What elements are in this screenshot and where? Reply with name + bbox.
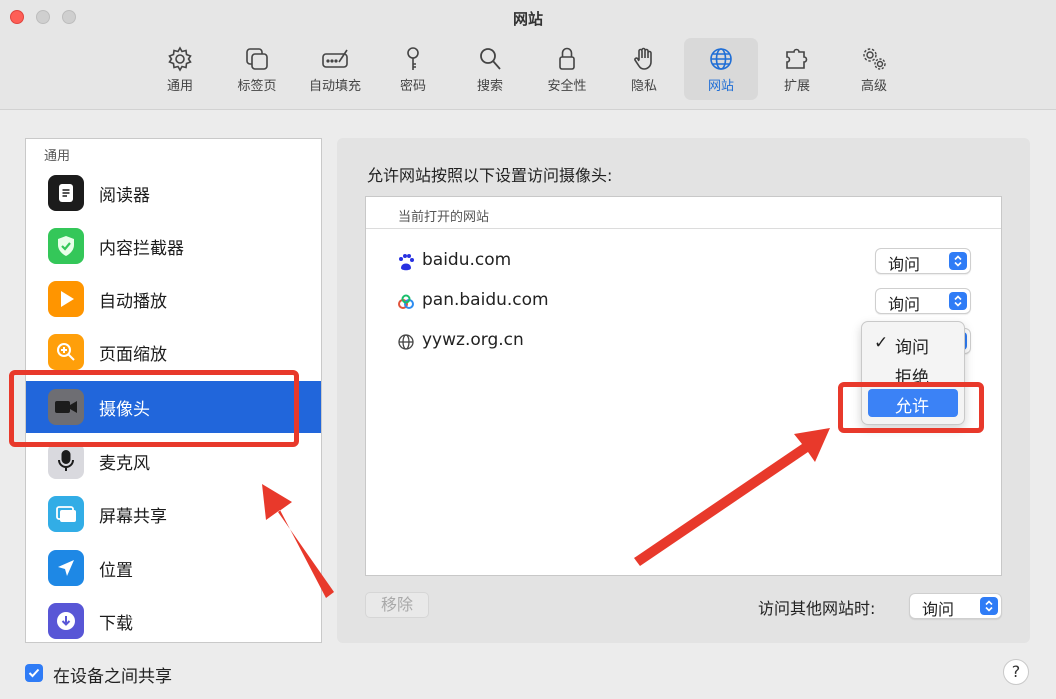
- sidebar-item-label: 自动播放: [99, 291, 167, 312]
- tab-websites[interactable]: 网站: [684, 38, 758, 100]
- chevron-updown-icon: [949, 252, 967, 270]
- sidebar-item-label: 下载: [99, 613, 133, 634]
- tab-label: 搜索: [476, 79, 503, 94]
- help-button[interactable]: ?: [1003, 659, 1029, 685]
- other-websites-select[interactable]: 询问: [909, 593, 1002, 619]
- tab-tabs[interactable]: 标签页: [220, 38, 294, 100]
- hand-icon: [634, 47, 652, 70]
- tab-label: 密码: [399, 79, 426, 94]
- title-bar: 网站 通用 标签页 自动填充 密码 搜索 安全性 隐私 网站 扩展 高级: [0, 0, 1056, 110]
- baidu-pan-icon: [398, 294, 414, 309]
- sidebar-item-label: 麦克风: [99, 453, 150, 474]
- preferences-toolbar: 通用 标签页 自动填充 密码 搜索 安全性 隐私 网站 扩展 高级: [0, 38, 1056, 102]
- download-icon: [48, 603, 84, 639]
- sidebar-section-header: 通用: [44, 149, 71, 164]
- tab-extensions[interactable]: 扩展: [760, 38, 834, 100]
- tab-autofill[interactable]: 自动填充: [298, 38, 372, 100]
- play-icon: [48, 281, 84, 317]
- menu-item-label: 询问: [895, 338, 929, 358]
- share-checkbox[interactable]: [25, 664, 43, 682]
- window-title: 网站: [512, 10, 543, 28]
- tabs-icon: [246, 48, 268, 70]
- sidebar-item-content-blockers[interactable]: 内容拦截器: [26, 220, 321, 272]
- sidebar-item-label: 内容拦截器: [99, 238, 184, 259]
- tab-search[interactable]: 搜索: [453, 38, 527, 100]
- tab-label: 隐私: [630, 79, 657, 94]
- chevron-updown-icon: [949, 292, 967, 310]
- sidebar-item-label: 阅读器: [99, 185, 150, 206]
- tab-label: 安全性: [547, 79, 587, 94]
- search-icon: [480, 48, 501, 70]
- sidebar-item-reader[interactable]: 阅读器: [26, 167, 321, 219]
- screen-share-icon: [48, 496, 84, 532]
- annotation-box-camera: [9, 370, 299, 447]
- select-value: 询问: [888, 255, 921, 274]
- list-header: 当前打开的网站: [366, 197, 1001, 229]
- shield-check-icon: [48, 228, 84, 264]
- tab-label: 网站: [707, 79, 734, 94]
- annotation-box-allow: [838, 382, 984, 433]
- tab-general[interactable]: 通用: [143, 38, 217, 100]
- lock-icon: [559, 47, 575, 70]
- puzzle-icon: [786, 48, 808, 69]
- other-websites-label: 访问其他网站时:: [758, 599, 876, 618]
- tab-label: 扩展: [783, 79, 810, 94]
- key-icon: [407, 47, 419, 70]
- baidu-icon: [399, 254, 414, 271]
- sidebar-item-label: 位置: [99, 560, 133, 581]
- zoom-icon: [48, 334, 84, 370]
- globe-icon: [710, 48, 732, 70]
- select-value: 询问: [922, 600, 955, 619]
- microphone-icon: [48, 443, 84, 479]
- menu-item-ask[interactable]: ✓ 询问: [868, 330, 958, 358]
- tab-label: 通用: [166, 79, 193, 94]
- tab-advanced[interactable]: 高级: [837, 38, 911, 100]
- location-icon: [48, 550, 84, 586]
- checkmark-icon: ✓: [874, 333, 889, 353]
- site-name: yywz.org.cn: [422, 330, 524, 350]
- sidebar-item-label: 屏幕共享: [99, 506, 167, 527]
- tab-label: 高级: [860, 79, 887, 94]
- tab-label: 自动填充: [308, 79, 361, 94]
- share-label: 在设备之间共享: [53, 667, 172, 687]
- sidebar-item-label: 页面缩放: [99, 344, 167, 365]
- autofill-icon: [322, 49, 348, 68]
- site-permission-select[interactable]: 询问: [875, 248, 971, 274]
- remove-button[interactable]: 移除: [365, 592, 429, 618]
- site-permission-select[interactable]: 询问: [875, 288, 971, 314]
- sidebar-item-downloads[interactable]: 下载: [26, 595, 321, 642]
- globe-icon: [398, 334, 414, 350]
- sidebar-item-location[interactable]: 位置: [26, 542, 321, 594]
- checkmark-icon: [28, 668, 40, 678]
- tab-passwords[interactable]: 密码: [376, 38, 450, 100]
- chevron-updown-icon: [980, 597, 998, 615]
- gears-icon: [863, 48, 886, 70]
- gear-icon: [168, 46, 192, 72]
- site-name: pan.baidu.com: [422, 290, 549, 310]
- sidebar-item-screen-sharing[interactable]: 屏幕共享: [26, 488, 321, 540]
- select-value: 询问: [888, 295, 921, 314]
- reader-icon: [48, 175, 84, 211]
- sidebar-item-autoplay[interactable]: 自动播放: [26, 273, 321, 325]
- site-name: baidu.com: [422, 250, 512, 270]
- tab-label: 标签页: [237, 79, 277, 94]
- tab-security[interactable]: 安全性: [530, 38, 604, 100]
- panel-title: 允许网站按照以下设置访问摄像头:: [367, 166, 613, 185]
- tab-privacy[interactable]: 隐私: [607, 38, 681, 100]
